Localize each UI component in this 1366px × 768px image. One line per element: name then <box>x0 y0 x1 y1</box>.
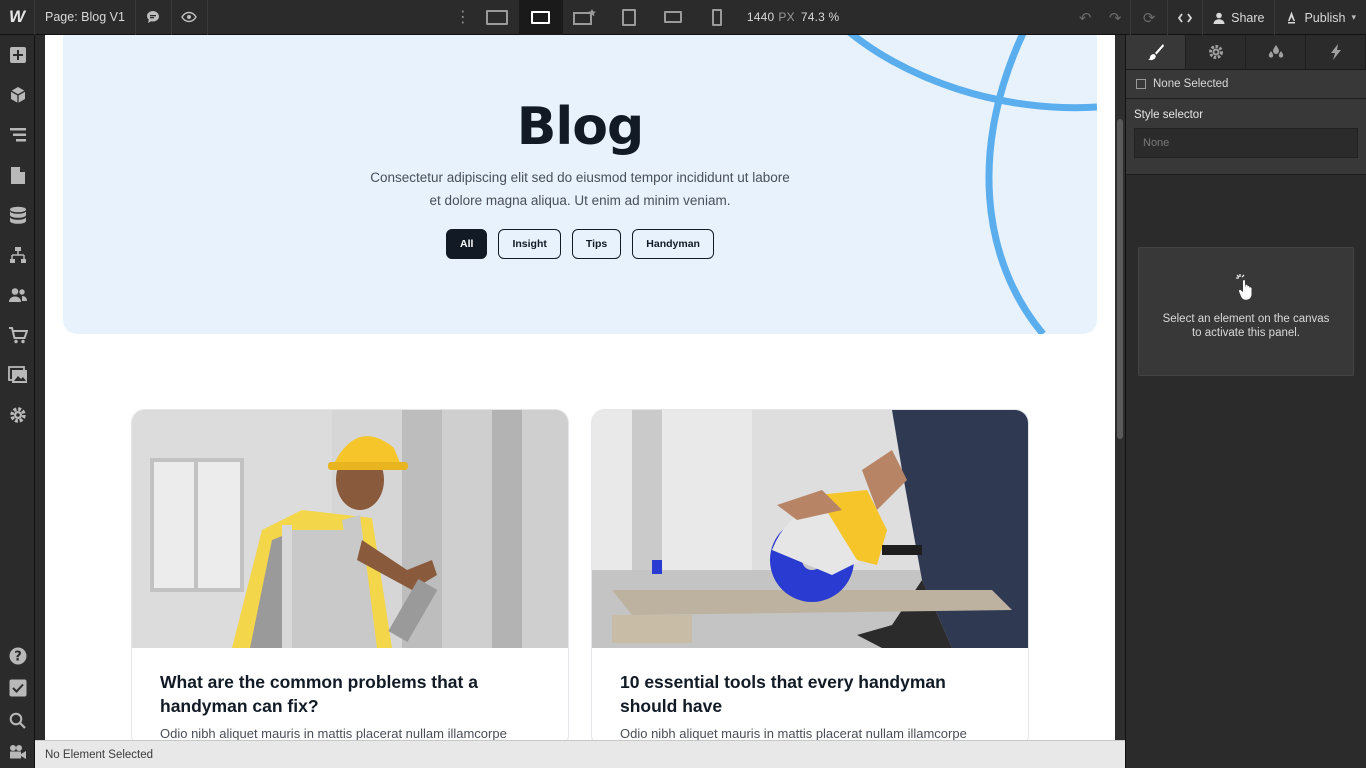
page-canvas[interactable]: Blog Consectetur adipiscing elit sed do … <box>45 35 1115 740</box>
add-elements-icon[interactable] <box>0 35 35 75</box>
redo-icon[interactable]: ↷ <box>1100 0 1130 35</box>
lightning-icon <box>1330 44 1341 60</box>
canvas-scrollbar[interactable] <box>1115 35 1125 740</box>
designer-canvas-area: Blog Consectetur adipiscing elit sed do … <box>35 35 1125 740</box>
gear-icon <box>1208 45 1223 59</box>
blog-card[interactable]: What are the common problems that a hand… <box>131 409 569 740</box>
breakpoint-tablet-icon[interactable] <box>607 0 651 35</box>
search-icon[interactable] <box>0 704 35 736</box>
logic-flow-icon[interactable] <box>0 235 35 275</box>
canvas-size-readout: 1440 PX 74.3 % <box>747 10 839 24</box>
tab-settings[interactable] <box>1186 35 1246 69</box>
svg-text:?: ? <box>14 650 22 665</box>
left-toolbar: ? <box>0 35 35 768</box>
left-toolbar-bottom: ? <box>0 640 35 768</box>
top-bar: W Page: Blog V1 ⋮ 1440 PX 74.3 % ↶ ↷ ⟳ Sha… <box>0 0 1366 35</box>
blog-card-excerpt: Odio nibh aliquet mauris in mattis place… <box>160 726 507 740</box>
hero-subtitle: Consectetur adipiscing elit sed do eiusm… <box>370 170 790 208</box>
breadcrumb-status-bar: No Element Selected <box>35 740 1125 768</box>
cms-database-icon[interactable] <box>0 195 35 235</box>
right-panel: None Selected Style selector None Select… <box>1125 35 1366 768</box>
blog-hero-section[interactable]: Blog Consectetur adipiscing elit sed do … <box>63 35 1097 334</box>
blog-card-image-circular-saw <box>592 410 1028 648</box>
brush-icon <box>1147 44 1164 61</box>
share-label: Share <box>1231 10 1265 25</box>
breakpoint-base-star-icon[interactable] <box>563 0 607 35</box>
users-icon[interactable] <box>0 275 35 315</box>
symbols-cube-icon[interactable] <box>0 75 35 115</box>
rocket-icon <box>1288 11 1296 24</box>
breakpoint-mobile-portrait-icon[interactable] <box>695 0 739 35</box>
more-options-icon[interactable]: ⋮ <box>451 0 475 35</box>
topbar-right-actions: ↶ ↷ ⟳ Share Publish ▾ <box>1070 0 1366 35</box>
user-icon <box>1213 12 1225 24</box>
filter-handyman-button[interactable]: Handyman <box>632 229 714 259</box>
blog-card-image-worker-with-clipboard <box>132 410 568 648</box>
publish-button[interactable]: Publish ▾ <box>1274 0 1366 35</box>
blog-card[interactable]: 10 essential tools that every handyman s… <box>591 409 1029 740</box>
canvas-width-value: 1440 <box>746 10 775 24</box>
drops-icon <box>1268 45 1283 58</box>
preview-eye-icon[interactable] <box>172 0 208 35</box>
tab-interactions[interactable] <box>1306 35 1366 69</box>
blog-card-title[interactable]: 10 essential tools that every handyman s… <box>620 670 1000 718</box>
canvas-zoom-value: 74.3 % <box>800 10 840 24</box>
filter-tips-button[interactable]: Tips <box>571 229 622 259</box>
empty-panel-notice: Select an element on the canvas to activ… <box>1138 247 1354 376</box>
pointer-click-icon <box>1139 272 1353 300</box>
chevron-down-icon: ▾ <box>1351 12 1356 22</box>
filter-insight-button[interactable]: Insight <box>498 229 561 259</box>
page-selector[interactable]: Page: Blog V1 <box>35 0 136 35</box>
breakpoint-large-desktop-icon[interactable] <box>475 0 519 35</box>
canvas-scroll-thumb[interactable] <box>1117 119 1123 439</box>
code-icon <box>1178 12 1193 23</box>
help-question-icon[interactable]: ? <box>0 640 35 672</box>
page-title: Blog <box>516 97 644 157</box>
code-export-button[interactable] <box>1167 0 1202 35</box>
blog-card-excerpt: Odio nibh aliquet mauris in mattis place… <box>620 726 967 740</box>
refresh-icon[interactable]: ⟳ <box>1131 0 1167 35</box>
style-selector-label: Style selector <box>1134 109 1204 121</box>
selection-checkbox[interactable] <box>1136 79 1146 89</box>
blog-card-title[interactable]: What are the common problems that a hand… <box>160 670 540 718</box>
assets-images-icon[interactable] <box>0 355 35 395</box>
none-selected-label: None Selected <box>1153 78 1229 90</box>
style-selector-input[interactable]: None <box>1134 128 1358 158</box>
selection-state[interactable]: None Selected <box>1126 70 1366 99</box>
right-panel-tabs <box>1126 35 1366 70</box>
audit-checklist-icon[interactable] <box>0 672 35 704</box>
comments-icon[interactable] <box>136 0 172 35</box>
pages-icon[interactable] <box>0 155 35 195</box>
ecommerce-cart-icon[interactable] <box>0 315 35 355</box>
tab-style[interactable] <box>1126 35 1186 69</box>
tab-style-manager[interactable] <box>1246 35 1306 69</box>
undo-icon[interactable]: ↶ <box>1070 0 1100 35</box>
filter-all-button[interactable]: All <box>446 229 488 259</box>
category-filters: All Insight Tips Handyman <box>63 229 1097 259</box>
breakpoint-mobile-landscape-icon[interactable] <box>651 0 695 35</box>
navigator-icon[interactable] <box>0 115 35 155</box>
style-selector-section: Style selector None <box>1126 99 1366 175</box>
empty-panel-message: Select an element on the canvas to activ… <box>1162 313 1330 339</box>
breakpoint-desktop-icon[interactable] <box>518 0 563 35</box>
canvas-width-unit: PX <box>778 10 795 24</box>
webflow-logo[interactable]: W <box>0 0 35 35</box>
publish-label: Publish <box>1304 10 1346 25</box>
settings-gear-icon[interactable] <box>0 395 35 435</box>
share-button[interactable]: Share <box>1202 0 1274 35</box>
video-tutorials-icon[interactable] <box>0 736 35 768</box>
